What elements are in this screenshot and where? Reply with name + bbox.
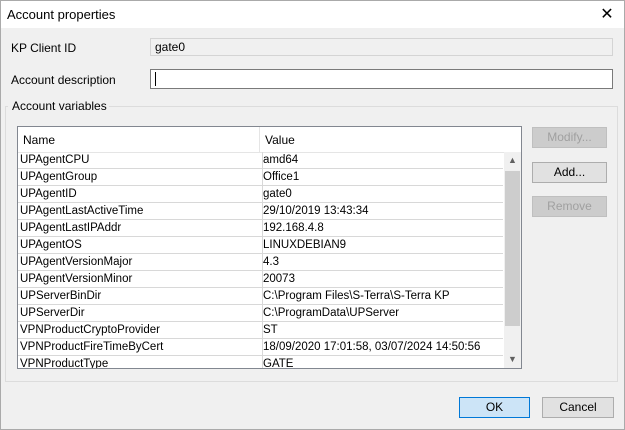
- variables-listview[interactable]: Name Value UPAgentCPU amd64 UPAgentGroup Of…: [17, 126, 522, 369]
- modify-button[interactable]: Modify...: [532, 127, 607, 148]
- group-label: Account variables: [10, 99, 109, 113]
- cancel-button[interactable]: Cancel: [542, 397, 614, 418]
- cell-name: UPServerBinDir: [20, 290, 102, 302]
- table-row[interactable]: UPAgentID gate0: [18, 186, 503, 203]
- table-row[interactable]: UPAgentVersionMajor 4.3: [18, 254, 503, 271]
- cell-value: C:\Program Files\S-Terra\S-Terra KP: [262, 288, 504, 304]
- cell-value: LINUXDEBIAN9: [262, 237, 504, 253]
- cell-value: C:\ProgramData\UPServer: [262, 305, 504, 321]
- table-row[interactable]: VPNProductCryptoProvider ST: [18, 322, 503, 339]
- table-row[interactable]: UPAgentVersionMinor 20073: [18, 271, 503, 288]
- title-bar: Account properties ✕: [1, 1, 624, 28]
- table-row[interactable]: UPServerDir C:\ProgramData\UPServer: [18, 305, 503, 322]
- description-label: Account description: [11, 73, 116, 87]
- cell-value: ST: [262, 322, 504, 338]
- listview-rows: UPAgentCPU amd64 UPAgentGroup Office1 UPAgen…: [18, 152, 504, 369]
- cell-name: UPAgentLastIPAddr: [20, 222, 122, 234]
- table-row[interactable]: UPAgentLastActiveTime 29/10/2019 13:43:34: [18, 203, 503, 220]
- cell-name: UPAgentOS: [20, 239, 82, 251]
- cell-name: VPNProductType: [20, 358, 109, 369]
- cell-name: UPAgentVersionMinor: [20, 273, 133, 285]
- cell-name: VPNProductFireTimeByCert: [20, 341, 164, 353]
- add-button[interactable]: Add...: [532, 162, 607, 183]
- cell-value: 18/09/2020 17:01:58, 03/07/2024 14:50:56: [262, 339, 504, 355]
- table-row[interactable]: UPServerBinDir C:\Program Files\S-Terra\S…: [18, 288, 503, 305]
- cell-value: 29/10/2019 13:43:34: [262, 203, 504, 219]
- cell-value: gate0: [262, 186, 504, 202]
- column-header-name[interactable]: Name: [18, 127, 260, 152]
- cell-value: Office1: [262, 169, 504, 185]
- table-row[interactable]: UPAgentGroup Office1: [18, 169, 503, 186]
- account-properties-dialog: Account properties ✕ KP Client ID gate0 …: [0, 0, 625, 430]
- remove-button[interactable]: Remove: [532, 196, 607, 217]
- table-row[interactable]: UPAgentCPU amd64: [18, 152, 503, 169]
- cell-name: UPAgentID: [20, 188, 77, 200]
- dialog-title: Account properties: [7, 7, 116, 22]
- cell-name: UPAgentCPU: [20, 154, 90, 166]
- table-row[interactable]: VPNProductFireTimeByCert 18/09/2020 17:01…: [18, 339, 503, 356]
- scroll-down-icon[interactable]: ▼: [504, 351, 521, 368]
- cell-name: UPAgentLastActiveTime: [20, 205, 144, 217]
- ok-button[interactable]: OK: [459, 397, 530, 418]
- group-divider-left: [5, 106, 8, 107]
- cell-name: UPServerDir: [20, 307, 85, 319]
- scroll-up-icon[interactable]: ▲: [504, 152, 521, 169]
- group-divider: [101, 106, 618, 107]
- column-header-value[interactable]: Value: [260, 127, 503, 152]
- cell-value: 192.168.4.8: [262, 220, 504, 236]
- cell-value: GATE: [262, 356, 504, 368]
- cell-name: UPAgentVersionMajor: [20, 256, 133, 268]
- text-cursor: [155, 72, 156, 86]
- table-row[interactable]: UPAgentOS LINUXDEBIAN9: [18, 237, 503, 254]
- vertical-scrollbar[interactable]: ▲ ▼: [504, 152, 521, 368]
- client-id-label: KP Client ID: [11, 41, 77, 55]
- cell-value: 20073: [262, 271, 504, 287]
- listview-header: Name Value: [18, 127, 521, 153]
- cell-name: VPNProductCryptoProvider: [20, 324, 160, 336]
- close-icon[interactable]: ✕: [596, 5, 618, 25]
- cell-name: UPAgentGroup: [20, 171, 98, 183]
- cell-value: 4.3: [262, 254, 504, 270]
- table-row[interactable]: VPNProductType GATE: [18, 356, 504, 369]
- cell-value: amd64: [262, 152, 504, 168]
- client-id-field: gate0: [150, 38, 613, 56]
- description-input[interactable]: [150, 69, 613, 89]
- table-row[interactable]: UPAgentLastIPAddr 192.168.4.8: [18, 220, 503, 237]
- scroll-thumb[interactable]: [505, 171, 520, 326]
